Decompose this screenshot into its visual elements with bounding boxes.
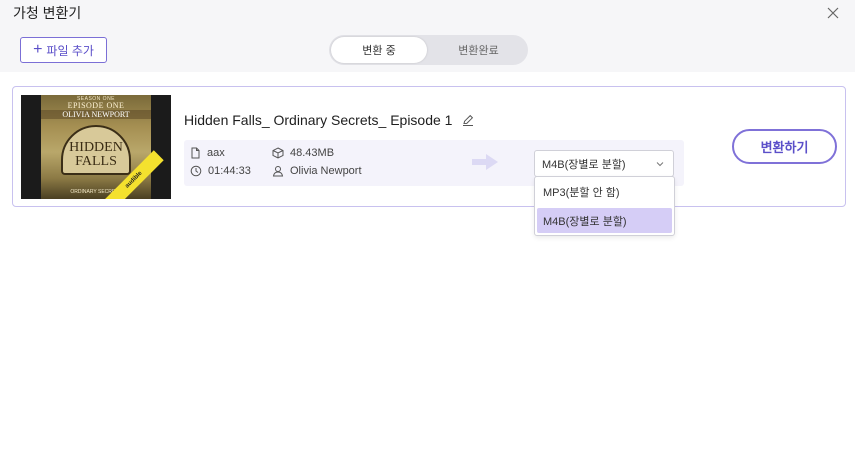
edit-title-button[interactable] <box>461 113 475 127</box>
tab-converting[interactable]: 변환 중 <box>331 37 427 63</box>
file-icon <box>191 147 200 159</box>
chevron-down-icon <box>656 162 664 167</box>
conversion-item: SEASON ONE EPISODE ONE OLIVIA NEWPORT HI… <box>12 86 846 207</box>
user-icon <box>272 166 284 177</box>
cover-sign: HIDDEN FALLS <box>61 125 131 175</box>
convert-button[interactable]: 변환하기 <box>732 129 837 164</box>
duration-value: 01:44:33 <box>208 165 251 177</box>
close-button[interactable] <box>823 3 843 23</box>
author-value: Olivia Newport <box>290 165 362 177</box>
tab-converted[interactable]: 변환완료 <box>431 37 526 63</box>
format-value: aax <box>207 147 225 159</box>
option-m4b[interactable]: M4B(장별로 분할) <box>537 208 672 233</box>
meta-duration: 01:44:33 <box>190 165 251 177</box>
cover-episode: EPISODE ONE <box>67 101 125 110</box>
add-file-label: 파일 추가 <box>46 43 94 58</box>
add-file-button[interactable]: + 파일 추가 <box>20 37 107 63</box>
cover-series: ORDINARY SECRETS <box>70 189 122 195</box>
app-title: 가청 변환기 <box>13 5 82 21</box>
clock-icon <box>190 165 202 177</box>
option-mp3[interactable]: MP3(분할 안 함) <box>537 179 672 204</box>
selected-format: M4B(장별로 분할) <box>542 158 626 171</box>
meta-size: 48.43MB <box>272 147 334 159</box>
book-title: Hidden Falls_ Ordinary Secrets_ Episode … <box>184 112 453 128</box>
status-tabs: 변환 중 변환완료 <box>329 35 528 65</box>
meta-format: aax <box>190 147 225 159</box>
plus-icon: + <box>33 40 43 58</box>
meta-author: Olivia Newport <box>272 165 362 177</box>
box-icon <box>272 147 284 159</box>
close-icon <box>827 7 839 19</box>
title-bar: 가청 변환기 + 파일 추가 변환 중 변환완료 <box>0 0 855 72</box>
pencil-icon <box>463 114 474 126</box>
output-format-dropdown: MP3(분할 안 함) M4B(장별로 분할) <box>534 176 675 236</box>
output-format-select[interactable]: M4B(장별로 분할) <box>534 150 674 177</box>
cover-author: OLIVIA NEWPORT <box>41 110 151 119</box>
cover-title-line2: FALLS <box>75 154 117 169</box>
arrow-right-icon <box>472 154 498 170</box>
audiobook-cover: SEASON ONE EPISODE ONE OLIVIA NEWPORT HI… <box>21 95 171 199</box>
size-value: 48.43MB <box>290 147 335 159</box>
